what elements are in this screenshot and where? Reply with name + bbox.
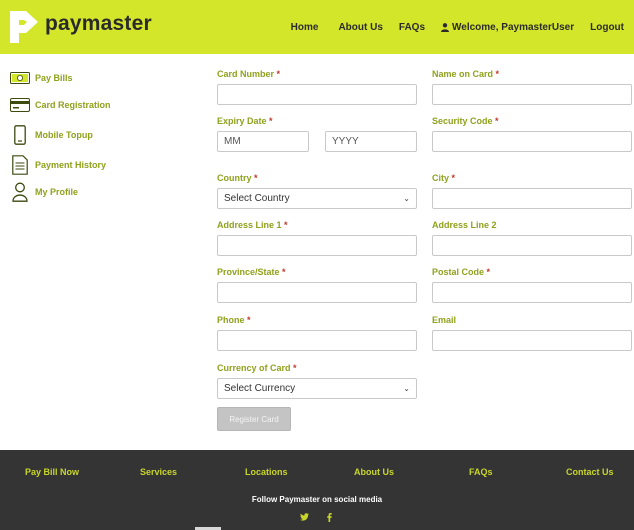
document-list-icon [10, 155, 30, 175]
mobile-phone-icon [10, 125, 30, 145]
sidebar-item-label: Payment History [35, 160, 107, 170]
nav-faqs[interactable]: FAQs [399, 22, 425, 33]
register-card-button[interactable]: Register Card [217, 407, 291, 431]
city-input[interactable] [432, 188, 632, 209]
sidebar-item-my-profile[interactable]: My Profile [10, 180, 78, 204]
province-state-input[interactable] [217, 282, 417, 303]
user-icon [10, 182, 30, 202]
sidebar-item-label: Pay Bills [35, 73, 73, 83]
city-label: City * [432, 173, 456, 183]
top-nav: Home About Us FAQs Welcome, PaymasterUse… [291, 22, 624, 33]
footer-link-pay-bill-now[interactable]: Pay Bill Now [25, 467, 79, 477]
address-line-1-input[interactable] [217, 235, 417, 256]
nav-welcome-label: Welcome, PaymasterUser [452, 22, 575, 33]
address-line-2-input[interactable] [432, 235, 632, 256]
phone-label: Phone * [217, 315, 251, 325]
facebook-icon[interactable] [323, 511, 335, 523]
security-code-input[interactable] [432, 131, 632, 152]
address-line-1-label: Address Line 1 * [217, 220, 288, 230]
brand-name[interactable]: paymaster [45, 12, 152, 36]
page: paymaster Home About Us FAQs Welcome, Pa… [0, 0, 634, 530]
sidebar-item-mobile-topup[interactable]: Mobile Topup [10, 123, 93, 147]
user-icon [441, 23, 450, 32]
country-label: Country * [217, 173, 258, 183]
footer-link-services[interactable]: Services [140, 467, 177, 477]
paymaster-logo-icon[interactable] [10, 11, 38, 43]
nav-logout[interactable]: Logout [590, 22, 624, 33]
email-label: Email [432, 315, 457, 325]
security-code-label: Security Code * [432, 116, 499, 126]
chevron-down-icon: ⌄ [403, 194, 410, 203]
card-number-input[interactable] [217, 84, 417, 105]
email-input[interactable] [432, 330, 632, 351]
card-number-label: Card Number * [217, 69, 281, 79]
chevron-down-icon: ⌄ [403, 384, 410, 393]
footer-link-locations[interactable]: Locations [245, 467, 288, 477]
currency-label: Currency of Card * [217, 363, 297, 373]
sidebar-item-label: Card Registration [35, 100, 111, 110]
sidebar-item-card-registration[interactable]: Card Registration [10, 93, 111, 117]
nav-welcome-user[interactable]: Welcome, PaymasterUser [441, 22, 574, 33]
sidebar-item-label: My Profile [35, 187, 79, 197]
twitter-icon[interactable] [298, 511, 310, 523]
postal-code-label: Postal Code * [432, 267, 491, 277]
nav-about-us[interactable]: About Us [338, 22, 382, 33]
currency-select[interactable]: Select Currency ⌄ [217, 378, 417, 399]
footer [0, 450, 634, 530]
country-select[interactable]: Select Country ⌄ [217, 188, 417, 209]
expiry-date-label: Expiry Date * [217, 116, 273, 126]
postal-code-input[interactable] [432, 282, 632, 303]
sidebar-item-payment-history[interactable]: Payment History [10, 153, 106, 177]
province-state-label: Province/State * [217, 267, 286, 277]
expiry-month-input[interactable]: MM [217, 131, 309, 152]
nav-home[interactable]: Home [291, 22, 319, 33]
sidebar-item-pay-bills[interactable]: Pay Bills [10, 66, 73, 90]
currency-select-value: Select Currency [224, 383, 296, 394]
footer-link-faqs[interactable]: FAQs [469, 467, 493, 477]
header-bar: paymaster Home About Us FAQs Welcome, Pa… [0, 0, 634, 54]
name-on-card-input[interactable] [432, 84, 632, 105]
follow-social-text: Follow Paymaster on social media [251, 495, 383, 504]
address-line-2-label: Address Line 2 [432, 220, 497, 230]
country-select-value: Select Country [224, 193, 290, 204]
name-on-card-label: Name on Card * [432, 69, 500, 79]
expiry-year-input[interactable]: YYYY [325, 131, 417, 152]
sidebar-item-label: Mobile Topup [35, 130, 93, 140]
footer-link-contact-us[interactable]: Contact Us [566, 467, 614, 477]
money-bill-icon [10, 68, 30, 88]
credit-card-icon [10, 95, 30, 115]
footer-link-about-us[interactable]: About Us [354, 467, 394, 477]
phone-input[interactable] [217, 330, 417, 351]
